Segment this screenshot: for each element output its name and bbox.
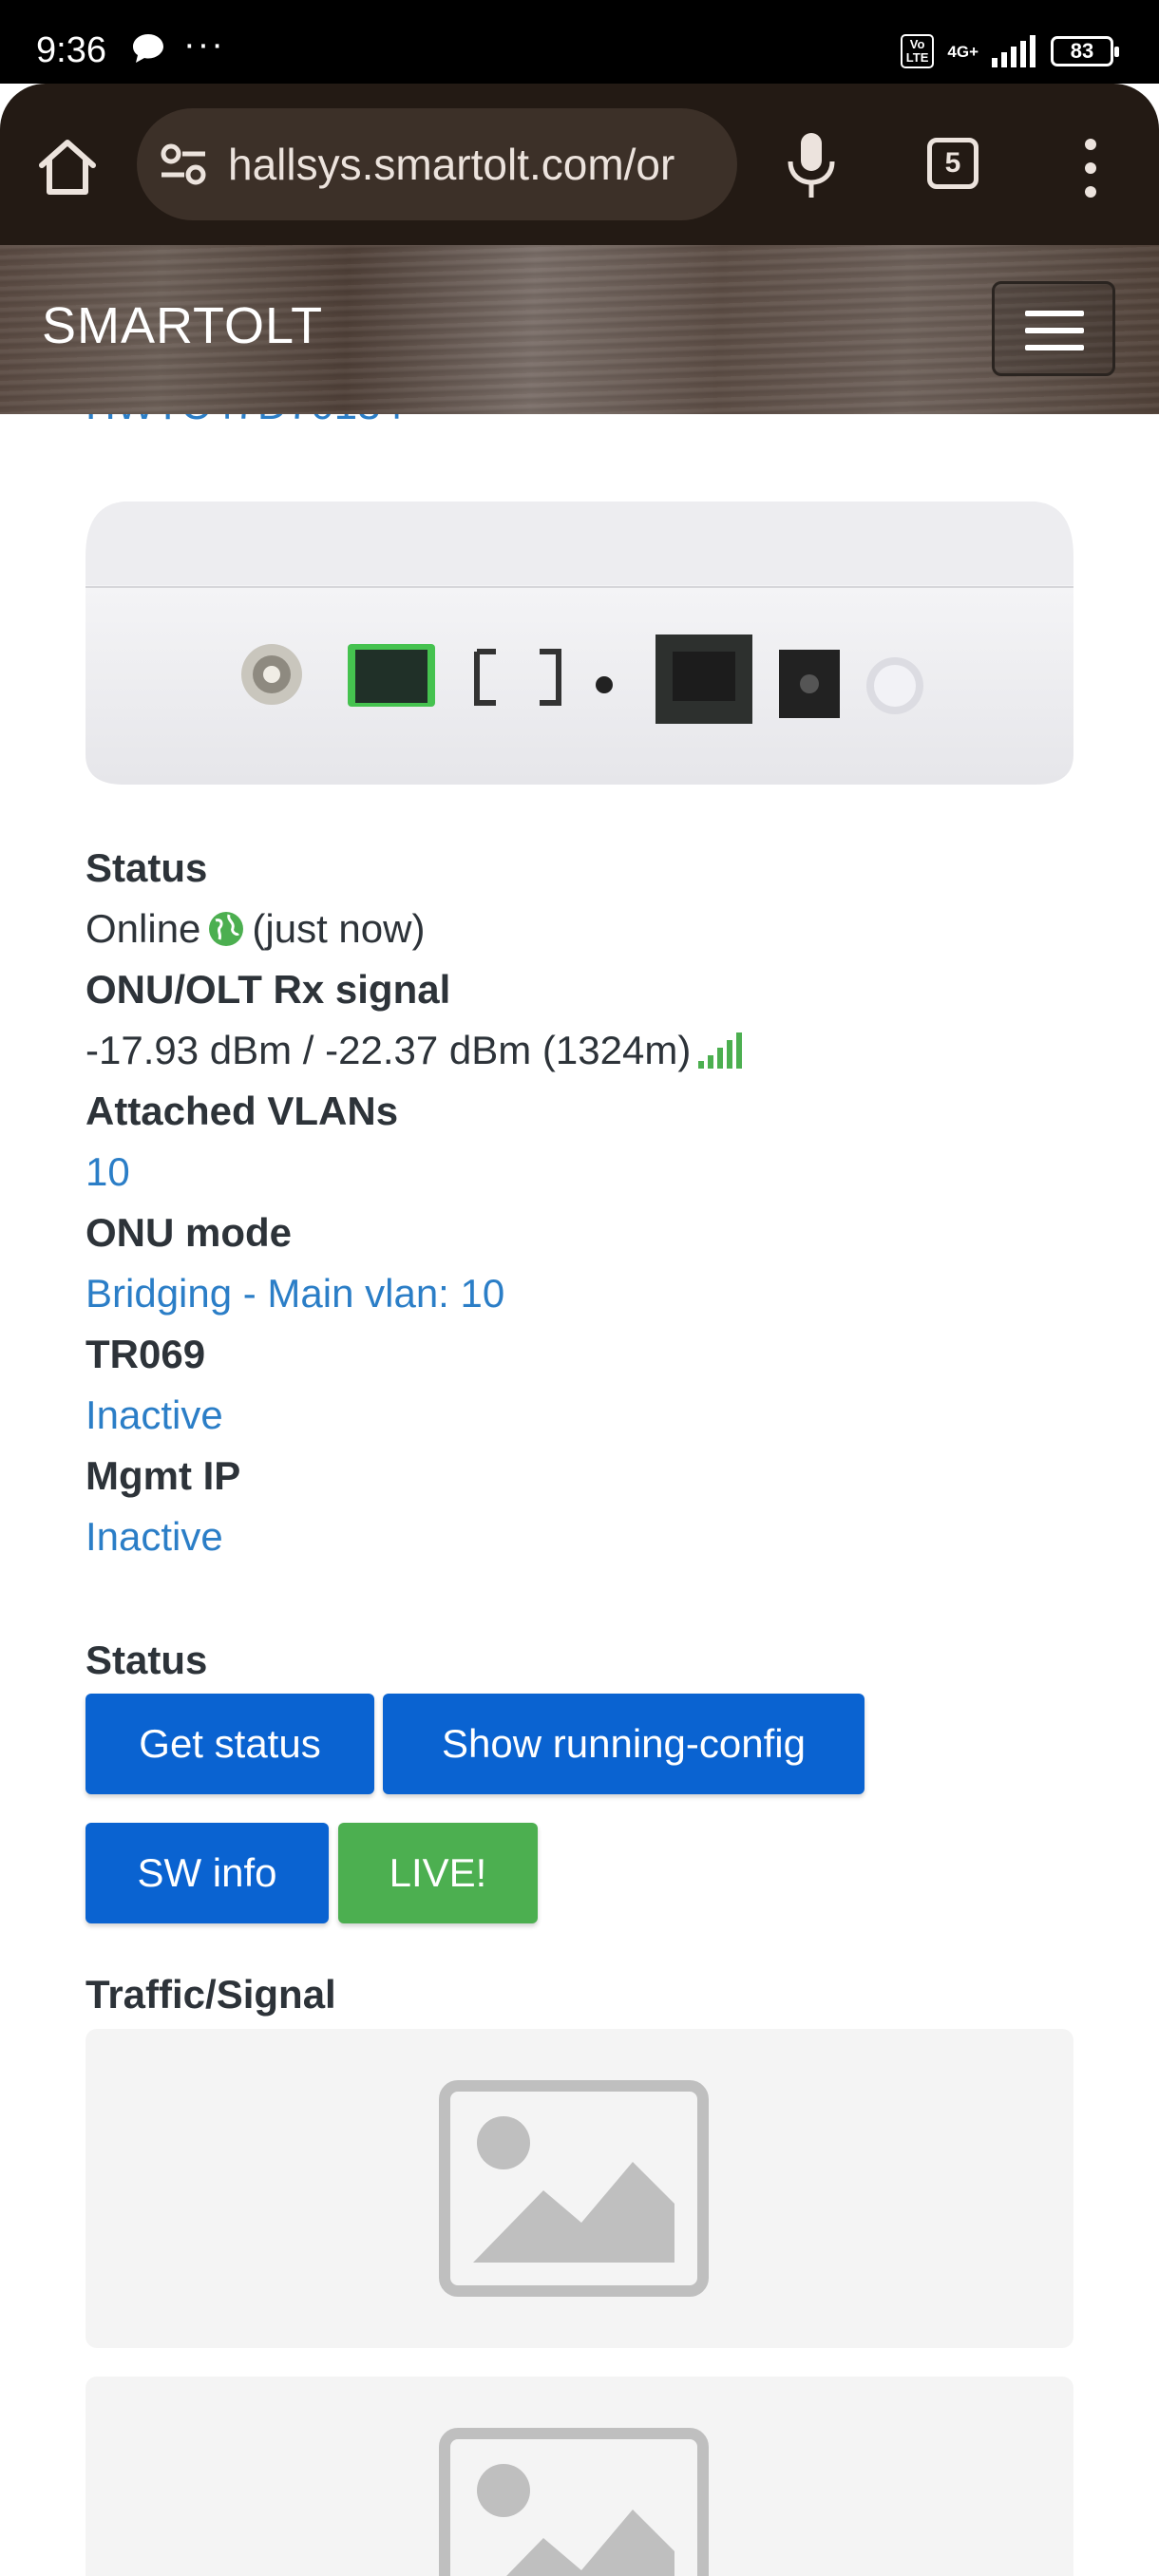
onu-mode-label: ONU mode: [86, 1210, 293, 1255]
volte-badge: Vo LTE: [900, 34, 935, 68]
browser-toolbar: hallsys.smartolt.com/or 5: [0, 84, 1159, 245]
traffic-graph[interactable]: [86, 2029, 1074, 2348]
mgmt-ip-link[interactable]: Inactive: [86, 1506, 1074, 1567]
tr069-link[interactable]: Inactive: [86, 1385, 1074, 1446]
online-text: Online: [86, 906, 201, 951]
overflow-notifications: ···: [183, 25, 225, 65]
clock: 9:36: [36, 30, 106, 70]
hamburger-menu-button[interactable]: [992, 281, 1115, 376]
status-value: Online (just now): [86, 899, 1074, 959]
image-placeholder-icon: [439, 2428, 709, 2576]
vlans-link[interactable]: 10: [86, 1142, 1074, 1203]
url-text[interactable]: hallsys.smartolt.com/or: [228, 139, 722, 190]
tune-icon[interactable]: [160, 142, 207, 186]
status-bar: 9:36 ··· Vo LTE 4G+ 83: [0, 0, 1159, 84]
main-content: HWTC47D70134 Status Online: [0, 414, 1159, 2576]
signal-strength-icon: [698, 1032, 743, 1069]
mgmt-ip-label: Mgmt IP: [86, 1453, 241, 1498]
signal-icon: [992, 35, 1036, 67]
brand-logo[interactable]: SMARTOLT: [42, 296, 323, 355]
image-placeholder-icon: [439, 2080, 709, 2297]
rx-signal-label: ONU/OLT Rx signal: [86, 967, 451, 1012]
network-type: 4G+: [947, 42, 978, 61]
show-running-config-button[interactable]: Show running-config: [383, 1694, 864, 1794]
tabs-icon[interactable]: 5: [927, 138, 978, 189]
more-vert-icon[interactable]: [1074, 135, 1108, 201]
onu-details-list: Status Online (just now) ONU/OLT Rx sign…: [86, 838, 1074, 1567]
onu-device-image: [86, 502, 1074, 785]
home-icon[interactable]: [34, 133, 101, 199]
status-section-title: Status: [86, 1638, 208, 1682]
mic-icon[interactable]: [785, 131, 838, 199]
tr069-label: TR069: [86, 1332, 206, 1376]
signal-graph[interactable]: [86, 2377, 1074, 2576]
address-bar[interactable]: hallsys.smartolt.com/or: [137, 108, 737, 220]
site-navbar: SMARTOLT: [0, 245, 1159, 414]
last-seen-text: (just now): [252, 906, 426, 951]
sw-info-button[interactable]: SW info: [86, 1823, 329, 1923]
traffic-signal-title: Traffic/Signal: [86, 1972, 336, 2017]
status-icons: Vo LTE 4G+ 83: [900, 34, 1119, 68]
onu-serial-link[interactable]: HWTC47D70134: [86, 414, 404, 429]
battery-icon: 83: [1051, 36, 1119, 66]
onu-mode-link[interactable]: Bridging - Main vlan: 10: [86, 1263, 1074, 1324]
vlans-label: Attached VLANs: [86, 1089, 399, 1133]
globe-icon: [209, 912, 244, 946]
live-button[interactable]: LIVE!: [338, 1823, 538, 1923]
get-status-button[interactable]: Get status: [86, 1694, 374, 1794]
rx-signal-value: -17.93 dBm / -22.37 dBm (1324m): [86, 1020, 1074, 1081]
chat-bubble-icon: [133, 34, 163, 63]
status-label: Status: [86, 845, 208, 890]
